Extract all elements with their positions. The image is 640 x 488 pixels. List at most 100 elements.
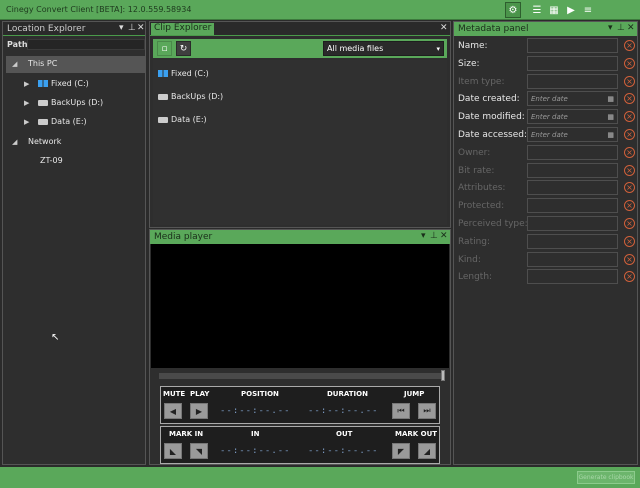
- clear-icon[interactable]: ×: [624, 271, 635, 283]
- collapse-arrow-icon[interactable]: ▶: [24, 99, 29, 107]
- gear-icon[interactable]: ⚙: [505, 2, 521, 18]
- clear-icon[interactable]: ×: [624, 164, 635, 176]
- mute-button[interactable]: ◀: [164, 403, 182, 419]
- close-icon[interactable]: ✕: [440, 231, 448, 241]
- media-filter-select[interactable]: All media files ▾: [323, 41, 444, 56]
- clear-icon[interactable]: ×: [624, 218, 635, 229]
- list-icon[interactable]: ≡: [580, 2, 596, 18]
- expand-arrow-icon[interactable]: ◢: [12, 138, 17, 146]
- metadata-input: [527, 251, 618, 267]
- dropdown-icon[interactable]: ▾: [421, 231, 426, 241]
- close-icon[interactable]: ✕: [137, 23, 145, 33]
- mark-out-label: MARK OUT: [395, 430, 438, 438]
- go-to-out-button[interactable]: ◢: [418, 443, 436, 459]
- duration-label: DURATION: [327, 390, 368, 398]
- media-filter-value: All media files: [327, 44, 384, 53]
- jump-back-button[interactable]: ⏮: [392, 403, 410, 419]
- refresh-icon[interactable]: ↻: [176, 41, 191, 56]
- clear-icon[interactable]: ×: [624, 129, 635, 140]
- close-icon[interactable]: ✕: [440, 23, 448, 33]
- clip-view-button[interactable]: ▫: [157, 41, 172, 56]
- media-player-header: Media player ▾ ⊥ ✕: [150, 230, 450, 244]
- pin-icon[interactable]: ⊥: [430, 231, 438, 241]
- metadata-input[interactable]: Enter date ▦: [527, 109, 618, 125]
- go-to-in-button[interactable]: ◣: [164, 443, 182, 459]
- drive-icon: [38, 118, 48, 125]
- clear-icon[interactable]: ×: [624, 235, 635, 247]
- calendar-icon[interactable]: ▦: [607, 95, 614, 103]
- clear-icon[interactable]: ×: [624, 253, 635, 265]
- metadata-label: Rating:: [458, 236, 491, 247]
- metadata-panel: Metadata panel ▾ ⊥ ✕ Name: × Size: × Item ty…: [453, 21, 638, 465]
- clip-explorer-header: Clip Explorer ✕: [150, 22, 450, 36]
- playback-controls: MUTE PLAY POSITION DURATION JUMP ◀ ▶ --:…: [160, 386, 440, 424]
- metadata-row: Size: ×: [458, 55, 636, 72]
- app-title: Cinegy Convert Client [BETA]: 12.0.559.5…: [6, 5, 192, 14]
- metadata-row: Bit rate: ×: [458, 162, 636, 179]
- seek-bar[interactable]: [159, 373, 443, 379]
- clear-icon[interactable]: ×: [624, 93, 635, 105]
- tree-item-drive-d[interactable]: BackUps (D:): [38, 98, 103, 107]
- metadata-input[interactable]: Enter date ▦: [527, 91, 618, 107]
- metadata-input[interactable]: [527, 38, 618, 53]
- collapse-arrow-icon[interactable]: ▶: [24, 80, 29, 88]
- tree-item-drive-c[interactable]: Fixed (C:): [38, 79, 89, 88]
- grid-icon[interactable]: ▦: [546, 2, 562, 18]
- clear-icon[interactable]: ×: [624, 146, 635, 158]
- tree-item-network[interactable]: Network: [28, 137, 61, 146]
- play-label: PLAY: [190, 390, 210, 398]
- metadata-row: Perceived type: ×: [458, 216, 636, 232]
- clear-icon[interactable]: ×: [624, 40, 635, 51]
- jump-forward-button[interactable]: ⏭: [418, 403, 436, 419]
- clip-item-drive-c[interactable]: Fixed (C:): [158, 69, 209, 78]
- tree-item-network-host[interactable]: ZT-09: [40, 156, 63, 165]
- mark-out-button[interactable]: ◤: [392, 443, 410, 459]
- clip-item-drive-d[interactable]: BackUps (D:): [158, 92, 223, 101]
- generate-clipbook-button[interactable]: Generate clipbook: [577, 471, 635, 484]
- media-player-panel: Media player ▾ ⊥ ✕ MUTE PLAY POSITION DU…: [149, 229, 451, 465]
- metadata-input[interactable]: Enter date ▦: [527, 127, 618, 142]
- mark-in-button[interactable]: ◥: [190, 443, 208, 459]
- duration-timecode: --:--:--.--: [308, 406, 379, 416]
- drive-icon: [38, 99, 48, 106]
- out-timecode: --:--:--.--: [308, 446, 379, 456]
- play-button[interactable]: ▶: [190, 403, 208, 419]
- clear-icon[interactable]: ×: [624, 200, 635, 212]
- metadata-row: Date accessed: Enter date ▦ ×: [458, 127, 636, 143]
- expand-arrow-icon[interactable]: ◢: [12, 60, 17, 68]
- collapse-arrow-icon[interactable]: ▶: [24, 118, 29, 126]
- out-label: OUT: [336, 430, 353, 438]
- path-input[interactable]: [27, 39, 145, 50]
- clear-icon[interactable]: ×: [624, 57, 635, 69]
- layout-icon[interactable]: ☰: [529, 2, 545, 18]
- metadata-label: Protected:: [458, 201, 505, 212]
- tree-item-this-pc[interactable]: This PC: [28, 59, 57, 68]
- mute-label: MUTE: [163, 390, 186, 398]
- tree-item-label: Data (E:): [51, 117, 87, 126]
- dropdown-icon[interactable]: ▾: [119, 23, 124, 33]
- pin-icon[interactable]: ⊥: [617, 23, 625, 33]
- calendar-icon[interactable]: ▦: [607, 131, 614, 139]
- calendar-icon[interactable]: ▦: [607, 113, 614, 121]
- clip-item-drive-e[interactable]: Data (E:): [158, 115, 207, 124]
- drive-icon: [158, 116, 168, 123]
- tree-item-drive-e[interactable]: Data (E:): [38, 117, 87, 126]
- status-bar: Generate clipbook: [0, 467, 640, 488]
- clear-icon[interactable]: ×: [624, 182, 635, 194]
- clip-explorer-panel: Clip Explorer ✕ ▫ ↻ All media files ▾ Fi…: [149, 21, 451, 228]
- seek-handle[interactable]: [441, 370, 445, 381]
- metadata-input[interactable]: [527, 55, 618, 71]
- tree-item-label: Fixed (C:): [51, 79, 89, 88]
- metadata-row: Kind: ×: [458, 251, 636, 268]
- clip-toolbar: ▫ ↻ All media files ▾: [153, 39, 447, 58]
- dropdown-icon[interactable]: ▾: [608, 23, 613, 33]
- mark-out-icon: ◤: [397, 446, 405, 456]
- tree-item-label: BackUps (D:): [51, 98, 104, 107]
- close-icon[interactable]: ✕: [627, 23, 635, 33]
- date-placeholder: Enter date: [531, 95, 568, 104]
- metadata-label: Owner:: [458, 147, 491, 158]
- clear-icon[interactable]: ×: [624, 75, 635, 87]
- pin-icon[interactable]: ⊥: [128, 23, 136, 33]
- play-icon[interactable]: ▶: [563, 2, 579, 18]
- clear-icon[interactable]: ×: [624, 111, 635, 123]
